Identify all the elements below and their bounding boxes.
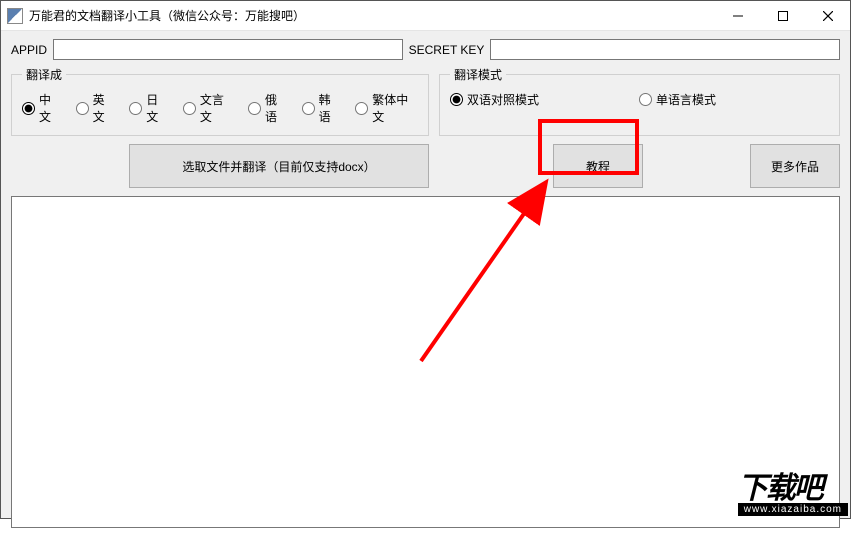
- select-file-button[interactable]: 选取文件并翻译（目前仅支持docx）: [129, 144, 429, 188]
- tutorial-button[interactable]: 教程: [553, 144, 643, 188]
- app-window: 万能君的文档翻译小工具（微信公众号：万能搜吧） APPID SECRET KEY…: [0, 0, 851, 519]
- radio-korean[interactable]: 韩语: [302, 91, 342, 125]
- radio-english-input[interactable]: [76, 102, 89, 115]
- titlebar: 万能君的文档翻译小工具（微信公众号：万能搜吧）: [1, 1, 850, 31]
- radio-russian[interactable]: 俄语: [248, 91, 288, 125]
- appid-label: APPID: [11, 43, 47, 57]
- translate-to-group: 翻译成 中文 英文 日文 文言文 俄语 韩语 繁体中文: [11, 66, 429, 136]
- app-icon: [7, 8, 23, 24]
- secret-key-label: SECRET KEY: [409, 43, 485, 57]
- maximize-icon: [778, 11, 788, 21]
- output-textarea[interactable]: [11, 196, 840, 528]
- more-works-button[interactable]: 更多作品: [750, 144, 840, 188]
- radio-traditional[interactable]: 繁体中文: [355, 91, 418, 125]
- radio-japanese-input[interactable]: [129, 102, 142, 115]
- options-row: 翻译成 中文 英文 日文 文言文 俄语 韩语 繁体中文 翻译模式 双语对照模式 …: [11, 66, 840, 136]
- close-button[interactable]: [805, 1, 850, 30]
- radio-russian-input[interactable]: [248, 102, 261, 115]
- radio-chinese-input[interactable]: [22, 102, 35, 115]
- buttons-row: 选取文件并翻译（目前仅支持docx） 教程 更多作品: [11, 144, 840, 188]
- credentials-row: APPID SECRET KEY: [11, 39, 840, 60]
- language-radio-row: 中文 英文 日文 文言文 俄语 韩语 繁体中文: [22, 91, 418, 125]
- translate-mode-legend: 翻译模式: [450, 66, 506, 83]
- close-icon: [823, 11, 833, 21]
- radio-mono-input[interactable]: [639, 93, 652, 106]
- minimize-button[interactable]: [715, 1, 760, 30]
- secret-key-input[interactable]: [490, 39, 840, 60]
- radio-classical[interactable]: 文言文: [183, 91, 234, 125]
- radio-traditional-input[interactable]: [355, 102, 368, 115]
- radio-mono[interactable]: 单语言模式: [639, 91, 716, 108]
- radio-bilingual-input[interactable]: [450, 93, 463, 106]
- window-title: 万能君的文档翻译小工具（微信公众号：万能搜吧）: [29, 7, 715, 24]
- radio-chinese[interactable]: 中文: [22, 91, 62, 125]
- translate-mode-group: 翻译模式 双语对照模式 单语言模式: [439, 66, 840, 136]
- minimize-icon: [733, 11, 743, 21]
- translate-to-legend: 翻译成: [22, 66, 66, 83]
- mode-radio-row: 双语对照模式 单语言模式: [450, 91, 829, 108]
- radio-bilingual[interactable]: 双语对照模式: [450, 91, 539, 108]
- window-controls: [715, 1, 850, 30]
- appid-input[interactable]: [53, 39, 403, 60]
- radio-english[interactable]: 英文: [76, 91, 116, 125]
- maximize-button[interactable]: [760, 1, 805, 30]
- radio-korean-input[interactable]: [302, 102, 315, 115]
- radio-classical-input[interactable]: [183, 102, 196, 115]
- radio-japanese[interactable]: 日文: [129, 91, 169, 125]
- content-area: APPID SECRET KEY 翻译成 中文 英文 日文 文言文 俄语 韩语 …: [1, 31, 850, 536]
